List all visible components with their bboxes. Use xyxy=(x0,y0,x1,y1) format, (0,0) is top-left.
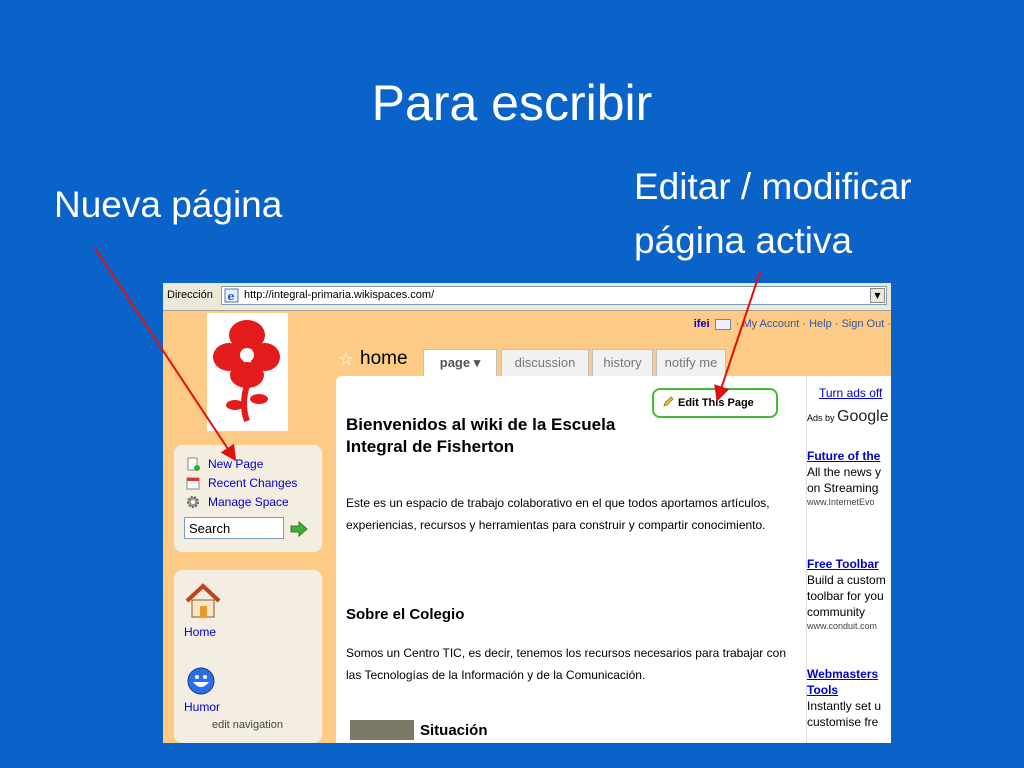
ads-by-google[interactable]: Ads by Google xyxy=(807,408,889,426)
tab-discussion[interactable]: discussion xyxy=(501,349,589,376)
ads-column: Turn ads off Ads by Google Future of the… xyxy=(806,376,891,743)
section-title-situacion: Situación xyxy=(420,722,488,739)
nav-link-home[interactable]: Home xyxy=(184,625,216,639)
intro-text: Este es un espacio de trabajo colaborati… xyxy=(346,496,770,532)
sidebar-item-label: New Page xyxy=(208,457,264,471)
star-icon[interactable]: ☆ xyxy=(338,349,354,370)
page-title: home xyxy=(360,348,408,369)
browser-screenshot: Dirección e http://integral-primaria.wik… xyxy=(163,283,891,743)
sidebar-item-recent-changes[interactable]: Recent Changes xyxy=(186,476,297,490)
sidebar-item-new-page[interactable]: New Page xyxy=(186,457,263,471)
turn-ads-off-link[interactable]: Turn ads off xyxy=(819,386,882,400)
edit-this-page-button[interactable]: Edit This Page xyxy=(652,388,778,418)
ad-title[interactable]: Free Toolbar xyxy=(807,556,891,572)
wiki-logo xyxy=(207,313,288,431)
slide-title: Para escribir xyxy=(371,75,653,131)
tab-page[interactable]: page ▾ xyxy=(423,349,497,378)
ie-page-icon: e xyxy=(224,288,239,303)
google-logo: Google xyxy=(837,408,889,425)
username-link[interactable]: ifei xyxy=(694,318,710,330)
ads-by-label: Ads by xyxy=(807,413,835,423)
edit-navigation-link[interactable]: edit navigation xyxy=(212,719,283,731)
ad-title[interactable]: Future of the xyxy=(807,448,891,464)
sidebar-navigation: Home Humor edit navigation xyxy=(174,570,322,743)
smiley-icon[interactable] xyxy=(186,666,216,696)
address-bar: Dirección e http://integral-primaria.wik… xyxy=(163,283,891,311)
ad-url: www.InternetEvo xyxy=(807,497,875,507)
address-url: http://integral-primaria.wikispaces.com/ xyxy=(244,289,435,301)
user-bar: ifei · My Account · Help · Sign Out · xyxy=(694,318,891,330)
page-tabs: ☆ home page ▾ discussion history notify … xyxy=(338,346,891,378)
calendar-icon xyxy=(186,477,200,490)
chevron-down-icon[interactable]: ▼ xyxy=(870,288,885,303)
page-heading: Bienvenidos al wiki de la Escuela Integr… xyxy=(346,415,616,456)
callout-new-page: Nueva página xyxy=(54,184,283,225)
ad-item[interactable]: Free Toolbar Build a custom toolbar for … xyxy=(807,556,891,632)
search-input[interactable] xyxy=(184,517,284,539)
arrow-right-icon[interactable] xyxy=(290,521,308,537)
sidebar-tools: New Page Recent Changes Manage Space xyxy=(174,445,322,552)
home-icon[interactable] xyxy=(184,582,222,620)
callout-edit-page: Editar / modificar página activa xyxy=(634,166,912,261)
address-label: Dirección xyxy=(167,289,213,301)
section-text-colegio: Somos un Centro TIC, es decir, tenemos l… xyxy=(346,646,786,682)
ad-title[interactable]: Webmasters Tools xyxy=(807,666,891,698)
section-title-colegio: Sobre el Colegio xyxy=(346,606,465,623)
mail-icon[interactable] xyxy=(714,318,731,330)
ad-text: Build a custom toolbar for you community xyxy=(807,573,886,619)
pencil-icon xyxy=(663,396,674,407)
sidebar-item-manage-space[interactable]: Manage Space xyxy=(186,495,289,509)
sidebar-item-label: Manage Space xyxy=(208,495,289,509)
ad-text: All the news y on Streaming xyxy=(807,465,882,495)
flower-icon xyxy=(213,320,280,423)
ad-item[interactable]: Future of the All the news y on Streamin… xyxy=(807,448,891,508)
ad-text: Instantly set u customise fre xyxy=(807,699,882,729)
new-page-icon xyxy=(187,457,200,471)
tab-notify-me[interactable]: notify me xyxy=(656,349,726,376)
edit-button-label: Edit This Page xyxy=(678,397,754,409)
address-input[interactable]: e http://integral-primaria.wikispaces.co… xyxy=(221,286,887,305)
user-links[interactable]: · My Account · Help · Sign Out · xyxy=(736,318,891,330)
situacion-thumbnail xyxy=(350,720,414,740)
ad-item[interactable]: Webmasters Tools Instantly set u customi… xyxy=(807,666,891,730)
wiki-page: ifei · My Account · Help · Sign Out · ☆ … xyxy=(163,311,891,743)
gear-icon xyxy=(187,496,199,508)
tab-history[interactable]: history xyxy=(592,349,653,376)
nav-link-humor[interactable]: Humor xyxy=(184,700,220,714)
sidebar-item-label: Recent Changes xyxy=(208,476,298,490)
svg-text:e: e xyxy=(228,290,235,303)
ad-url: www.conduit.com xyxy=(807,621,878,631)
main-content: Edit This Page Bienvenidos al wiki de la… xyxy=(336,376,806,743)
